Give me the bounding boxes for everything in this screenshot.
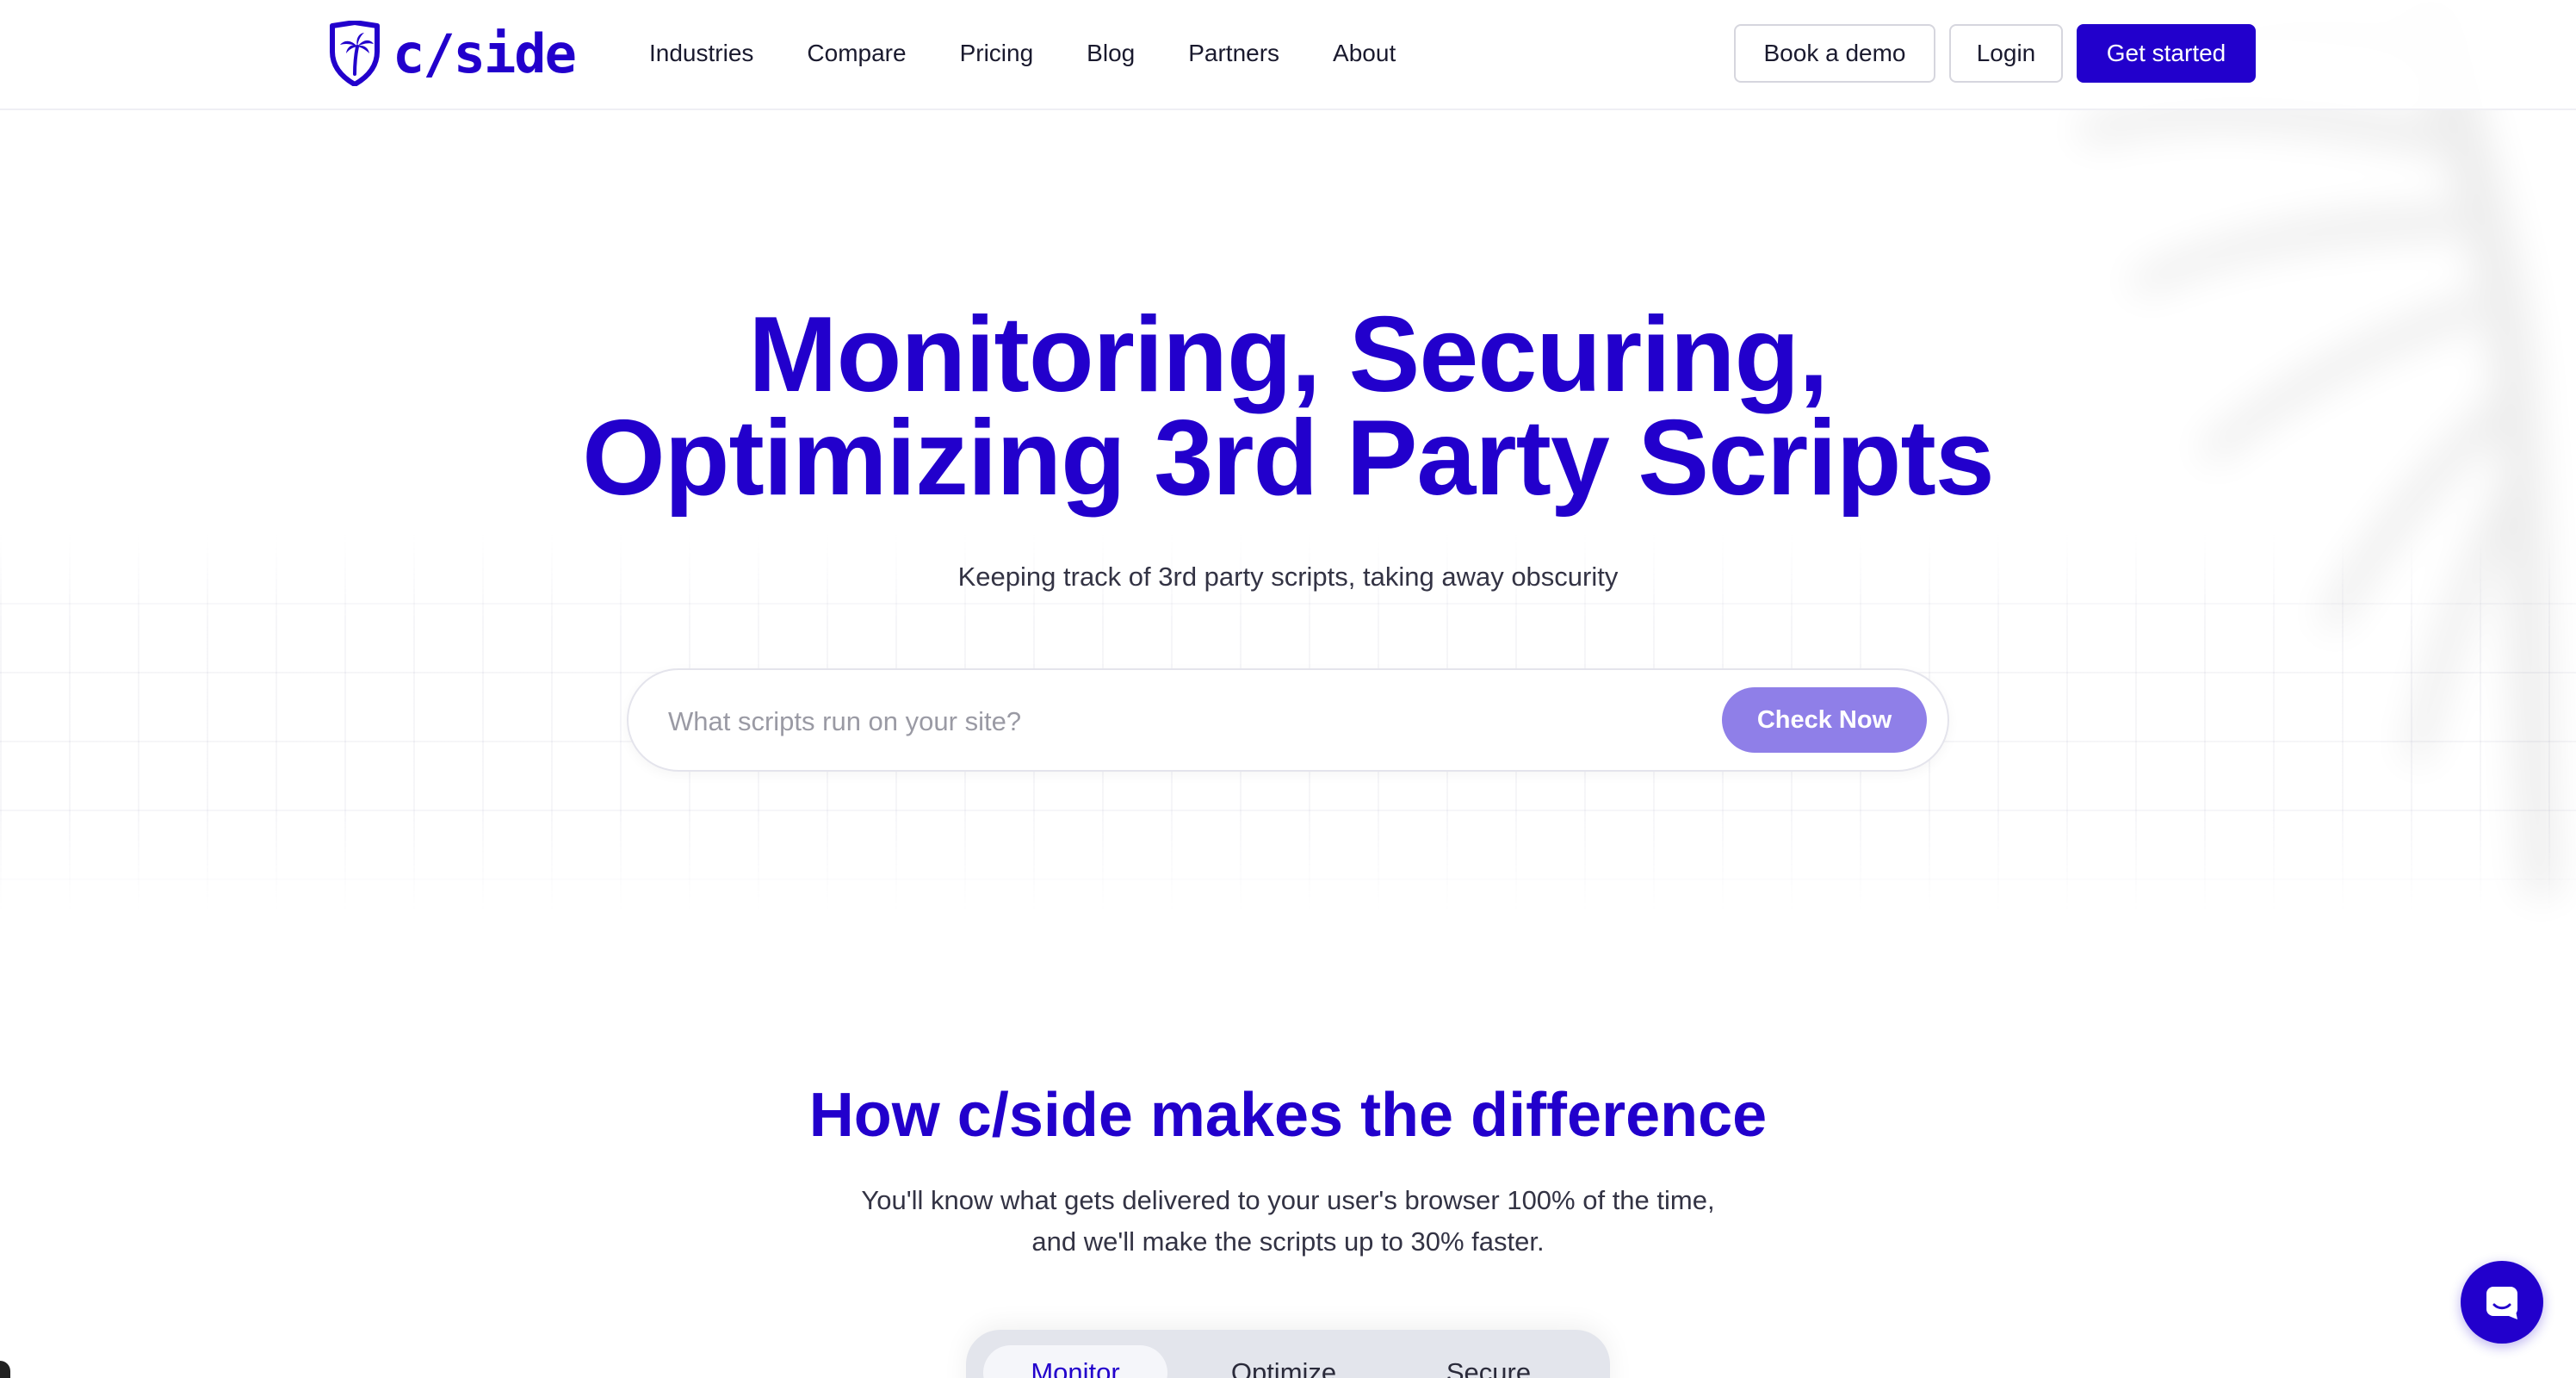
- tab-secure[interactable]: Secure: [1396, 1345, 1581, 1378]
- window-corner: [0, 1361, 10, 1378]
- difference-description: You'll know what gets delivered to your …: [0, 1180, 2576, 1263]
- hero-title-line-1: Monitoring, Securing,: [748, 295, 1828, 414]
- difference-line-2: and we'll make the scripts up to 30% fas…: [1031, 1226, 1545, 1257]
- difference-line-1: You'll know what gets delivered to your …: [861, 1185, 1715, 1215]
- chat-launcher-button[interactable]: [2461, 1261, 2543, 1344]
- brand-name: c/side: [393, 22, 577, 85]
- site-url-input[interactable]: [668, 696, 1658, 748]
- login-button[interactable]: Login: [1949, 24, 2063, 83]
- brand-logo[interactable]: c/side: [327, 21, 577, 86]
- check-now-button[interactable]: Check Now: [1722, 687, 1927, 753]
- get-started-button[interactable]: Get started: [2077, 24, 2256, 83]
- hero-subtitle: Keeping track of 3rd party scripts, taki…: [957, 562, 1619, 592]
- difference-title: How c/side makes the difference: [808, 1081, 1768, 1150]
- shield-palm-icon: [330, 21, 380, 86]
- script-check-form: Check Now: [627, 668, 1949, 772]
- book-demo-button[interactable]: Book a demo: [1734, 24, 1935, 83]
- nav-pricing[interactable]: Pricing: [960, 34, 1034, 72]
- tab-optimize[interactable]: Optimize: [1192, 1345, 1376, 1378]
- tab-monitor[interactable]: Monitor: [983, 1345, 1167, 1378]
- chat-bubble-icon: [2486, 1287, 2517, 1319]
- hero-title-line-2: Optimizing 3rd Party Scripts: [582, 399, 1994, 518]
- nav-partners[interactable]: Partners: [1188, 34, 1279, 72]
- nav-blog[interactable]: Blog: [1087, 34, 1135, 72]
- hero-title: Monitoring, Securing, Optimizing 3rd Par…: [0, 301, 2576, 512]
- main-nav: Industries Compare Pricing Blog Partners…: [649, 34, 1449, 72]
- nav-industries[interactable]: Industries: [649, 34, 753, 72]
- nav-compare[interactable]: Compare: [807, 34, 906, 72]
- feature-tabs: Monitor Optimize Secure: [966, 1330, 1610, 1378]
- top-header: c/side Industries Compare Pricing Blog P…: [0, 0, 2576, 110]
- nav-about[interactable]: About: [1333, 34, 1396, 72]
